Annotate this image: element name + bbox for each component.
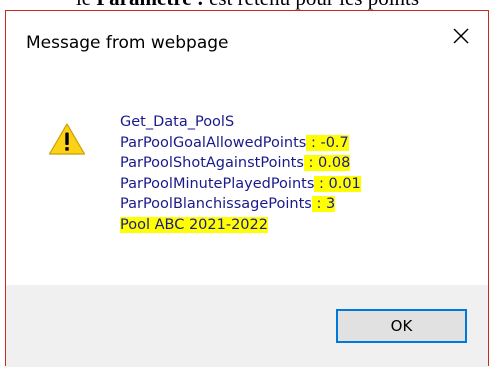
message-line-3-value: : 0.08 [303,155,351,171]
message-line-3-label: ParPoolShotAgainstPoints [120,155,304,171]
background-text-suffix: est retenu pour les points [204,0,419,10]
message-line-6-label: Pool ABC 2021-2022 [120,216,268,233]
message-dialog: Message from webpage Get_Data_PoolS ParP… [5,10,489,367]
message-line-2: ParPoolGoalAllowedPoints : -0.7 [120,133,361,154]
warning-icon [48,123,86,155]
dialog-title: Message from webpage [26,33,229,53]
message-line-1-label: Get_Data_PoolS [120,114,235,130]
message-line-4-value: : 0.01 [314,175,361,192]
close-icon [453,28,469,44]
message-text: Get_Data_PoolS ParPoolGoalAllowedPoints … [120,112,361,235]
dialog-titlebar: Message from webpage [6,11,488,70]
message-line-3: ParPoolShotAgainstPoints : 0.08 [120,153,361,174]
message-line-4: ParPoolMinutePlayedPoints : 0.01 [120,174,361,195]
ok-button[interactable]: OK [336,309,467,343]
background-text-prefix: le [76,0,96,10]
dialog-content: Get_Data_PoolS ParPoolGoalAllowedPoints … [6,70,488,367]
message-line-5: ParPoolBlanchissagePoints : 3 [120,194,361,215]
message-line-1: Get_Data_PoolS [120,112,361,133]
message-line-5-label: ParPoolBlanchissagePoints [120,196,312,212]
message-line-2-label: ParPoolGoalAllowedPoints [120,134,307,151]
background-text-bold: Paramètre : [96,0,203,10]
message-line-2-value: : -0.7 [306,134,349,151]
message-line-6: Pool ABC 2021-2022 [120,215,361,236]
message-line-4-label: ParPoolMinutePlayedPoints [120,175,315,192]
message-line-5-value: : 3 [311,196,336,212]
dialog-footer: OK [6,285,488,367]
close-button[interactable] [434,11,488,61]
